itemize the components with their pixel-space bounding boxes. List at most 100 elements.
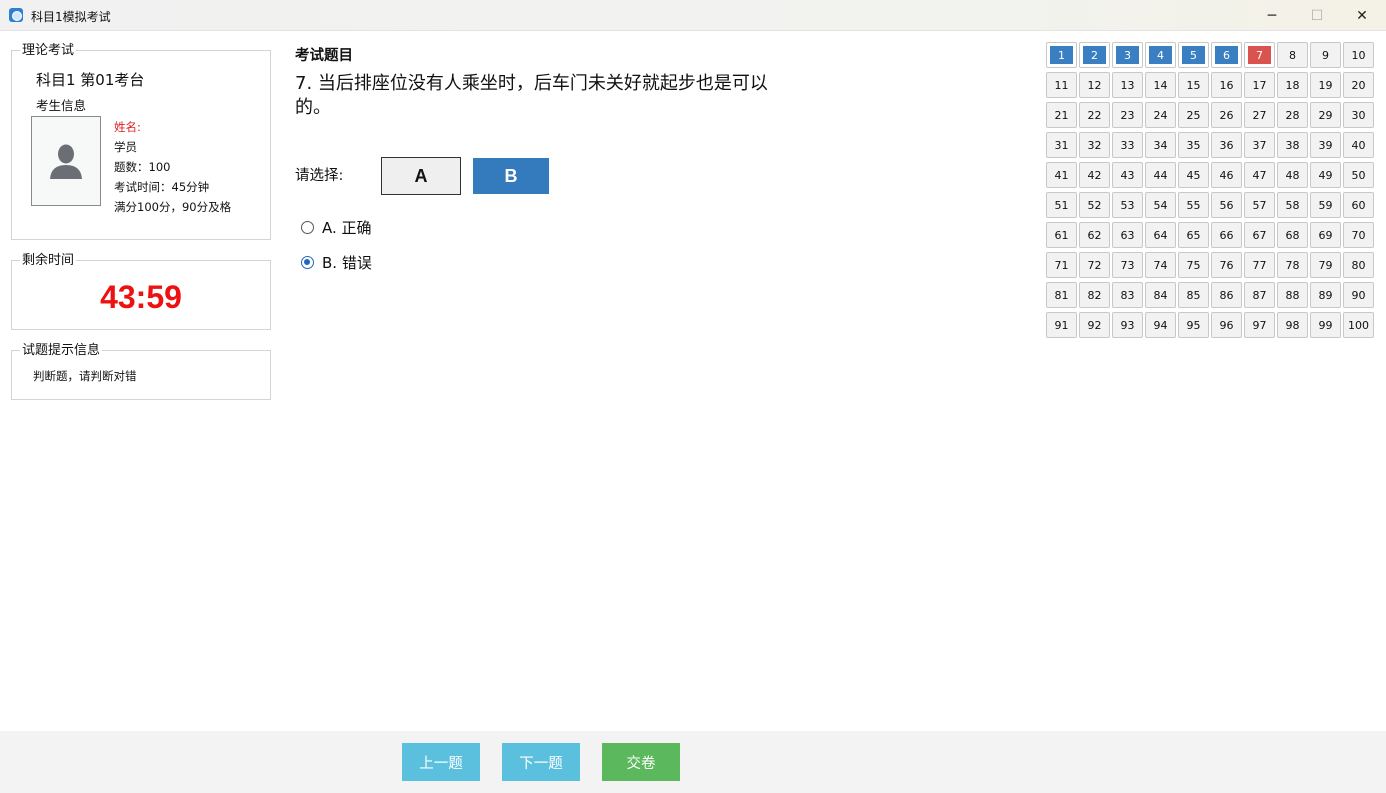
question-cell-86[interactable]: 86 xyxy=(1211,282,1242,308)
question-cell-19[interactable]: 19 xyxy=(1310,72,1341,98)
question-cell-69[interactable]: 69 xyxy=(1310,222,1341,248)
question-cell-48[interactable]: 48 xyxy=(1277,162,1308,188)
question-cell-17[interactable]: 17 xyxy=(1244,72,1275,98)
question-cell-40[interactable]: 40 xyxy=(1343,132,1374,158)
question-cell-22[interactable]: 22 xyxy=(1079,102,1110,128)
question-cell-32[interactable]: 32 xyxy=(1079,132,1110,158)
question-cell-72[interactable]: 72 xyxy=(1079,252,1110,278)
question-cell-41[interactable]: 41 xyxy=(1046,162,1077,188)
option-b[interactable]: B. 错误 xyxy=(301,252,372,273)
question-cell-14[interactable]: 14 xyxy=(1145,72,1176,98)
question-cell-82[interactable]: 82 xyxy=(1079,282,1110,308)
answer-a-button[interactable]: A xyxy=(381,157,461,195)
question-cell-91[interactable]: 91 xyxy=(1046,312,1077,338)
question-cell-63[interactable]: 63 xyxy=(1112,222,1143,248)
question-cell-96[interactable]: 96 xyxy=(1211,312,1242,338)
question-cell-13[interactable]: 13 xyxy=(1112,72,1143,98)
question-cell-4[interactable]: 4 xyxy=(1145,42,1176,68)
question-cell-3[interactable]: 3 xyxy=(1112,42,1143,68)
question-cell-79[interactable]: 79 xyxy=(1310,252,1341,278)
maximize-button[interactable]: ☐ xyxy=(1294,0,1340,31)
question-cell-30[interactable]: 30 xyxy=(1343,102,1374,128)
question-cell-42[interactable]: 42 xyxy=(1079,162,1110,188)
question-cell-49[interactable]: 49 xyxy=(1310,162,1341,188)
question-cell-71[interactable]: 71 xyxy=(1046,252,1077,278)
question-cell-77[interactable]: 77 xyxy=(1244,252,1275,278)
question-cell-34[interactable]: 34 xyxy=(1145,132,1176,158)
option-b-radio[interactable] xyxy=(301,256,314,269)
question-cell-9[interactable]: 9 xyxy=(1310,42,1341,68)
question-cell-95[interactable]: 95 xyxy=(1178,312,1209,338)
question-cell-66[interactable]: 66 xyxy=(1211,222,1242,248)
question-cell-65[interactable]: 65 xyxy=(1178,222,1209,248)
question-cell-89[interactable]: 89 xyxy=(1310,282,1341,308)
question-cell-29[interactable]: 29 xyxy=(1310,102,1341,128)
question-cell-57[interactable]: 57 xyxy=(1244,192,1275,218)
question-cell-81[interactable]: 81 xyxy=(1046,282,1077,308)
question-cell-94[interactable]: 94 xyxy=(1145,312,1176,338)
question-cell-31[interactable]: 31 xyxy=(1046,132,1077,158)
question-cell-68[interactable]: 68 xyxy=(1277,222,1308,248)
question-cell-88[interactable]: 88 xyxy=(1277,282,1308,308)
next-question-button[interactable]: 下一题 xyxy=(502,743,580,781)
question-cell-50[interactable]: 50 xyxy=(1343,162,1374,188)
question-cell-55[interactable]: 55 xyxy=(1178,192,1209,218)
question-cell-99[interactable]: 99 xyxy=(1310,312,1341,338)
question-cell-21[interactable]: 21 xyxy=(1046,102,1077,128)
question-cell-84[interactable]: 84 xyxy=(1145,282,1176,308)
question-cell-76[interactable]: 76 xyxy=(1211,252,1242,278)
question-cell-33[interactable]: 33 xyxy=(1112,132,1143,158)
option-a-radio[interactable] xyxy=(301,221,314,234)
question-cell-85[interactable]: 85 xyxy=(1178,282,1209,308)
question-cell-93[interactable]: 93 xyxy=(1112,312,1143,338)
question-cell-47[interactable]: 47 xyxy=(1244,162,1275,188)
question-cell-60[interactable]: 60 xyxy=(1343,192,1374,218)
question-cell-10[interactable]: 10 xyxy=(1343,42,1374,68)
close-button[interactable]: ✕ xyxy=(1339,0,1385,31)
question-cell-25[interactable]: 25 xyxy=(1178,102,1209,128)
question-cell-16[interactable]: 16 xyxy=(1211,72,1242,98)
question-cell-12[interactable]: 12 xyxy=(1079,72,1110,98)
question-cell-7[interactable]: 7 xyxy=(1244,42,1275,68)
question-cell-53[interactable]: 53 xyxy=(1112,192,1143,218)
question-cell-98[interactable]: 98 xyxy=(1277,312,1308,338)
question-cell-80[interactable]: 80 xyxy=(1343,252,1374,278)
question-cell-54[interactable]: 54 xyxy=(1145,192,1176,218)
question-cell-46[interactable]: 46 xyxy=(1211,162,1242,188)
question-cell-52[interactable]: 52 xyxy=(1079,192,1110,218)
question-cell-92[interactable]: 92 xyxy=(1079,312,1110,338)
question-cell-26[interactable]: 26 xyxy=(1211,102,1242,128)
option-a[interactable]: A. 正确 xyxy=(301,217,372,238)
prev-question-button[interactable]: 上一题 xyxy=(402,743,480,781)
question-cell-15[interactable]: 15 xyxy=(1178,72,1209,98)
question-cell-58[interactable]: 58 xyxy=(1277,192,1308,218)
question-cell-70[interactable]: 70 xyxy=(1343,222,1374,248)
question-cell-83[interactable]: 83 xyxy=(1112,282,1143,308)
question-cell-62[interactable]: 62 xyxy=(1079,222,1110,248)
question-cell-1[interactable]: 1 xyxy=(1046,42,1077,68)
question-cell-6[interactable]: 6 xyxy=(1211,42,1242,68)
question-cell-78[interactable]: 78 xyxy=(1277,252,1308,278)
question-cell-38[interactable]: 38 xyxy=(1277,132,1308,158)
question-cell-36[interactable]: 36 xyxy=(1211,132,1242,158)
question-cell-39[interactable]: 39 xyxy=(1310,132,1341,158)
question-cell-20[interactable]: 20 xyxy=(1343,72,1374,98)
question-cell-44[interactable]: 44 xyxy=(1145,162,1176,188)
question-cell-43[interactable]: 43 xyxy=(1112,162,1143,188)
question-cell-87[interactable]: 87 xyxy=(1244,282,1275,308)
question-cell-27[interactable]: 27 xyxy=(1244,102,1275,128)
question-cell-37[interactable]: 37 xyxy=(1244,132,1275,158)
question-cell-2[interactable]: 2 xyxy=(1079,42,1110,68)
question-cell-28[interactable]: 28 xyxy=(1277,102,1308,128)
question-cell-61[interactable]: 61 xyxy=(1046,222,1077,248)
question-cell-23[interactable]: 23 xyxy=(1112,102,1143,128)
question-cell-64[interactable]: 64 xyxy=(1145,222,1176,248)
question-cell-74[interactable]: 74 xyxy=(1145,252,1176,278)
answer-b-button[interactable]: B xyxy=(473,158,549,194)
question-cell-56[interactable]: 56 xyxy=(1211,192,1242,218)
question-cell-35[interactable]: 35 xyxy=(1178,132,1209,158)
question-cell-5[interactable]: 5 xyxy=(1178,42,1209,68)
question-cell-59[interactable]: 59 xyxy=(1310,192,1341,218)
question-cell-45[interactable]: 45 xyxy=(1178,162,1209,188)
question-cell-18[interactable]: 18 xyxy=(1277,72,1308,98)
